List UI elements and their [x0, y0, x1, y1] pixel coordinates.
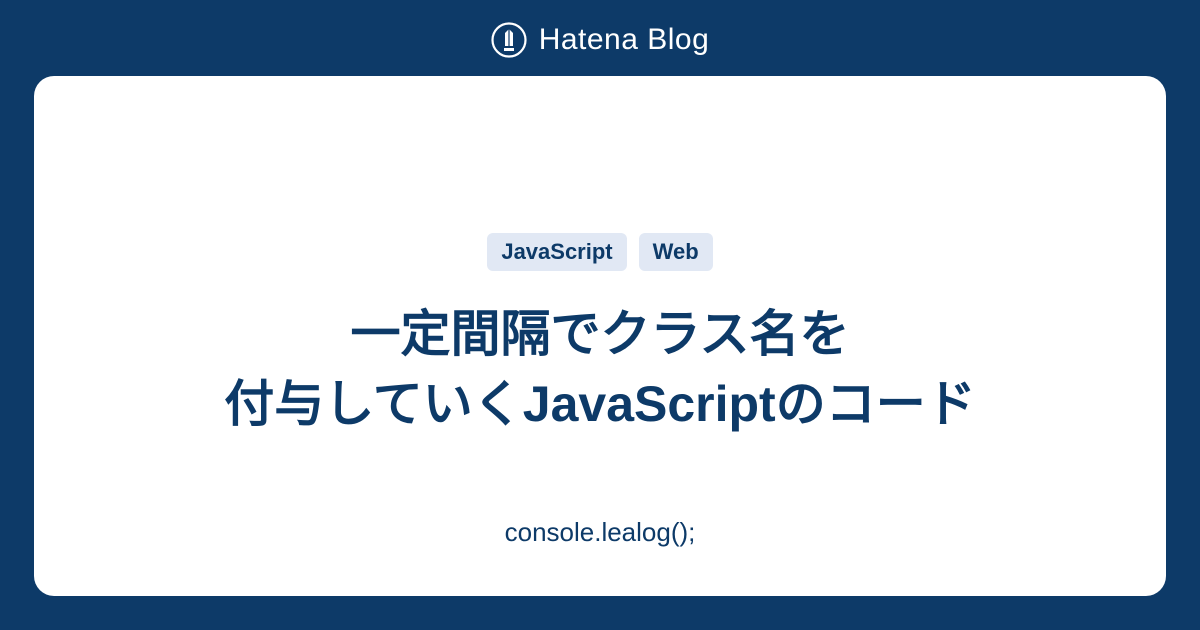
tag-web[interactable]: Web: [639, 233, 713, 271]
header: Hatena Blog: [0, 0, 1200, 76]
title-line-1: 一定間隔でクラス名を: [351, 306, 850, 362]
tag-list: JavaScript Web: [487, 233, 712, 271]
title-line-2: 付与していくJavaScriptのコード: [224, 376, 975, 432]
blog-name[interactable]: console.lealog();: [505, 517, 696, 548]
brand-name: Hatena Blog: [539, 23, 710, 57]
tag-javascript[interactable]: JavaScript: [487, 233, 626, 271]
hatena-logo-icon: [491, 22, 527, 58]
content-card: JavaScript Web 一定間隔でクラス名を 付与していくJavaScri…: [34, 76, 1166, 596]
article-title: 一定間隔でクラス名を 付与していくJavaScriptのコード: [224, 299, 975, 439]
